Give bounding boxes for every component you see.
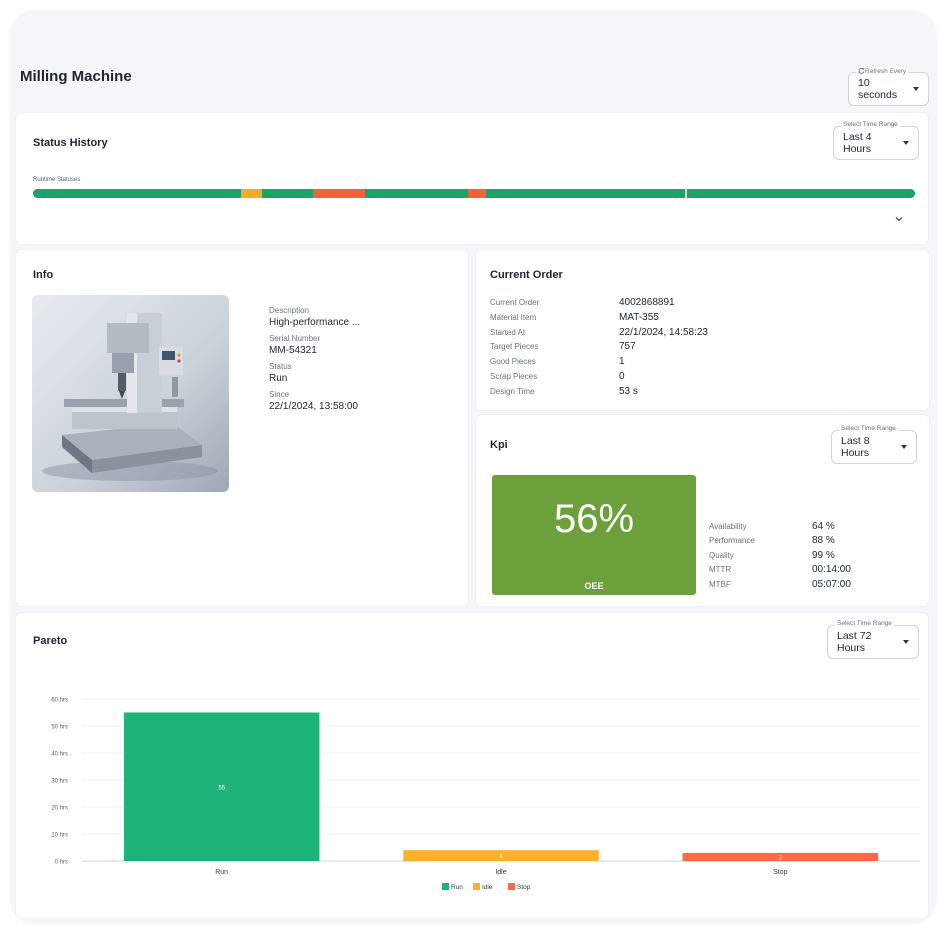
chevron-down-icon (901, 445, 907, 449)
refresh-value: 10 seconds (858, 77, 898, 101)
status-segment-stop (313, 189, 365, 198)
legend-swatch-stop (508, 883, 515, 890)
status-segment-run (262, 189, 314, 198)
runtime-status-bar (33, 189, 915, 198)
legend-swatch-run (442, 883, 449, 890)
status-segment-idle (241, 189, 263, 198)
info-field-description-label: Description (269, 306, 310, 315)
y-tick-label: 60 hrs (51, 698, 68, 704)
refresh-legend: Refresh Every (856, 67, 909, 75)
y-tick-label: 30 hrs (51, 779, 68, 785)
kpi-metric-value: 05:07:00 (812, 579, 851, 590)
expand-chevron-icon[interactable] (894, 214, 904, 224)
x-tick-label: Run (215, 869, 228, 876)
legend-label: Stop (517, 884, 531, 891)
chevron-down-icon (903, 640, 909, 644)
kpi-metric-label: MTTR (709, 565, 732, 574)
pareto-chart: 0 hrs 10 hrs 20 hrs 30 hrs 40 hrs 50 hrs 60 hr… (51, 698, 920, 891)
legend-swatch-idle (473, 883, 480, 890)
pareto-card: Pareto Select Time Range Last 72 Hours 0… (16, 613, 928, 918)
kpi-metric-value: 88 % (812, 535, 835, 546)
info-field-serial-value: MM-54321 (269, 345, 317, 356)
status-history-title: Status History (33, 137, 108, 149)
status-segment-run (687, 189, 915, 198)
kpi-metric-value: 64 % (812, 521, 835, 532)
refresh-icon (858, 67, 865, 74)
current-order-card: Current Order Current Order 4002868891 M… (476, 250, 929, 410)
kpi-metric-value: 00:14:00 (812, 564, 851, 575)
pareto-range-value: Last 72 Hours (837, 630, 872, 654)
chevron-down-icon (913, 87, 919, 91)
y-tick-label: 10 hrs (51, 833, 68, 839)
info-field-status-value: Run (269, 373, 288, 384)
order-field-value: 53 s (619, 386, 638, 397)
status-history-range-legend: Select Time Range (841, 121, 900, 128)
refresh-interval-select[interactable]: Refresh Every 10 seconds (848, 67, 929, 106)
kpi-range-select[interactable]: Select Time Range Last 8 Hours (831, 425, 917, 464)
info-field-serial-label: Serial Number (269, 334, 321, 343)
status-segment-run (33, 189, 242, 198)
pareto-title: Pareto (33, 635, 68, 647)
order-field-label: Target Pieces (490, 342, 539, 351)
oee-value: 56% (553, 497, 635, 541)
status-segment-run (486, 189, 685, 198)
status-segment-stop (467, 189, 487, 198)
info-title: Info (33, 269, 54, 281)
order-field-label: Current Order (490, 298, 540, 307)
dashboard-frame: Milling Machine Refresh Every 10 seconds… (10, 10, 937, 924)
info-card: Info Description High-performance ... Se… (16, 250, 468, 606)
status-history-range-select[interactable]: Select Time Range Last 4 Hours (833, 121, 919, 160)
order-field-label: Scrap Pieces (490, 372, 538, 381)
status-history-card: Status History Select Time Range Last 4 … (16, 113, 928, 244)
order-field-label: Good Pieces (490, 357, 536, 366)
oee-tile: 56% OEE (492, 475, 696, 595)
order-field-label: Material Item (490, 313, 537, 322)
order-field-label: Started At (490, 328, 526, 337)
milling-machine-illustration (42, 313, 218, 481)
legend-label: Run (451, 884, 463, 891)
status-segment-run (364, 189, 468, 198)
chevron-down-icon (903, 141, 909, 145)
status-history-range-value: Last 4 Hours (843, 131, 872, 155)
order-field-value: 757 (619, 341, 636, 352)
order-field-value: 4002868891 (619, 297, 675, 308)
order-field-label: Design Time (490, 387, 535, 396)
runtime-statuses-label: Runtime Statuses (33, 177, 81, 183)
y-tick-label: 40 hrs (51, 752, 68, 758)
legend-label: Idle (482, 884, 493, 891)
x-tick-label: Stop (773, 869, 788, 876)
kpi-title: Kpi (490, 439, 508, 451)
x-tick-label: Idle (495, 869, 506, 876)
y-tick-label: 20 hrs (51, 806, 68, 812)
kpi-metric-label: Performance (709, 536, 755, 545)
bar-data-label: 55 (218, 785, 225, 791)
kpi-metric-label: Availability (709, 522, 747, 531)
page-title: Milling Machine (20, 68, 132, 85)
info-field-since-label: Since (269, 390, 290, 399)
order-field-value: 0 (619, 371, 625, 382)
oee-label: OEE (584, 581, 604, 591)
kpi-range-value: Last 8 Hours (841, 435, 870, 459)
info-field-description-value: High-performance ... (269, 317, 361, 328)
order-field-value: 1 (619, 356, 625, 367)
current-order-title: Current Order (490, 269, 563, 281)
order-field-value: MAT-355 (619, 312, 659, 323)
kpi-metric-label: MTBF (709, 580, 731, 589)
info-field-status-label: Status (269, 362, 292, 371)
kpi-range-legend: Select Time Range (839, 425, 898, 432)
machine-image (32, 295, 229, 492)
kpi-metric-label: Quality (709, 551, 734, 560)
kpi-metric-value: 99 % (812, 550, 835, 561)
info-field-since-value: 22/1/2024, 13:58:00 (269, 401, 358, 412)
refresh-legend-text: Refresh Every (865, 68, 907, 75)
y-tick-label: 50 hrs (51, 725, 68, 731)
y-tick-label: 0 hrs (55, 860, 68, 866)
pareto-range-select[interactable]: Select Time Range Last 72 Hours (827, 620, 919, 659)
kpi-card: Kpi Select Time Range Last 8 Hours 56% O… (476, 415, 929, 606)
order-field-value: 22/1/2024, 14:58:23 (619, 327, 708, 338)
pareto-range-legend: Select Time Range (835, 620, 894, 627)
